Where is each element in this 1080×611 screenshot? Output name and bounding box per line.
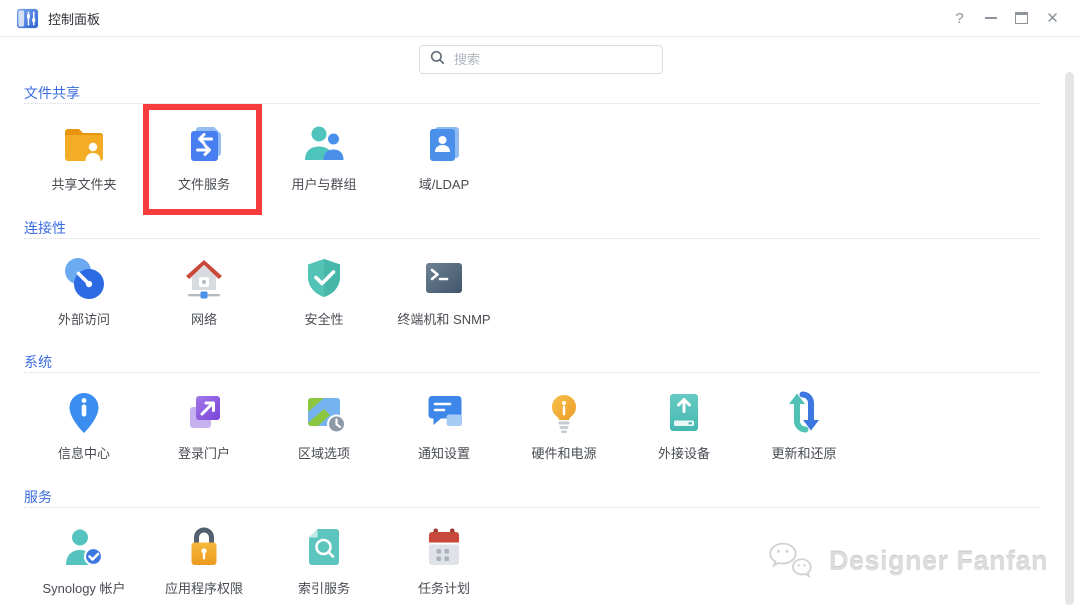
app-privileges-icon (180, 523, 228, 571)
task-scheduler-icon (420, 523, 468, 571)
item-terminal-snmp[interactable]: 终端机和 SNMP (384, 254, 504, 328)
help-button[interactable]: ? (944, 0, 975, 36)
section-items-row: 外部访问 网络 安全性 终端机和 SNMP (24, 254, 1040, 328)
window-controls: ?✕ (944, 0, 1080, 36)
section-items-row: 信息中心 登录门户 区域选项 通知设置 硬件和电源 外接设备 更新和还原 (24, 388, 1040, 462)
item-shared-folder[interactable]: 共享文件夹 (24, 119, 144, 193)
item-notification-settings[interactable]: 通知设置 (384, 388, 504, 462)
item-label: 更新和还原 (771, 443, 836, 462)
item-domain-ldap[interactable]: 域/LDAP (384, 119, 504, 193)
section-title-file-sharing: 文件共享 (24, 84, 1040, 102)
external-access-icon (60, 254, 108, 302)
maximize-icon (1015, 12, 1028, 24)
shared-folder-icon (60, 119, 108, 167)
item-synology-account[interactable]: Synology 帐户 (24, 523, 144, 597)
indexing-service-icon (300, 523, 348, 571)
maximize-button[interactable] (1006, 0, 1037, 36)
synology-account-icon (60, 523, 108, 571)
item-label: 终端机和 SNMP (397, 309, 490, 328)
login-portal-icon (180, 388, 228, 436)
info-center-icon (60, 388, 108, 436)
minimize-button[interactable] (975, 0, 1006, 36)
notification-settings-icon (420, 388, 468, 436)
item-users-groups[interactable]: 用户与群组 (264, 119, 384, 193)
item-file-services[interactable]: 文件服务 (144, 119, 264, 193)
item-label: 外部访问 (58, 309, 110, 328)
item-label: 域/LDAP (419, 174, 470, 193)
hardware-power-icon (540, 388, 588, 436)
item-network[interactable]: 网络 (144, 254, 264, 328)
watermark-text: Designer Fanfan (829, 546, 1048, 577)
section-title-services: 服务 (24, 488, 1040, 506)
terminal-snmp-icon (420, 254, 468, 302)
section-title-connectivity: 连接性 (24, 219, 1040, 237)
item-app-privileges[interactable]: 应用程序权限 (144, 523, 264, 597)
file-services-icon (180, 119, 228, 167)
minimize-icon (985, 17, 997, 19)
item-login-portal[interactable]: 登录门户 (144, 388, 264, 462)
users-groups-icon (300, 119, 348, 167)
item-hardware-power[interactable]: 硬件和电源 (504, 388, 624, 462)
close-button[interactable]: ✕ (1037, 0, 1068, 36)
item-label: 任务计划 (418, 578, 470, 597)
item-label: 索引服务 (298, 578, 350, 597)
watermark: Designer Fanfan (763, 537, 1048, 586)
item-label: 区域选项 (298, 443, 350, 462)
domain-ldap-icon (420, 119, 468, 167)
section-title-system: 系统 (24, 353, 1040, 371)
item-label: 登录门户 (178, 443, 230, 462)
item-label: 文件服务 (178, 174, 230, 193)
item-external-devices[interactable]: 外接设备 (624, 388, 744, 462)
update-restore-icon (780, 388, 828, 436)
item-task-scheduler[interactable]: 任务计划 (384, 523, 504, 597)
item-label: 信息中心 (58, 443, 110, 462)
item-label: Synology 帐户 (42, 578, 125, 597)
section-separator (24, 103, 1040, 104)
section-connectivity: 连接性外部访问 网络 安全性 终端机和 SNMP (24, 219, 1040, 328)
item-label: 用户与群组 (291, 174, 356, 193)
section-separator (24, 372, 1040, 373)
item-label: 通知设置 (418, 443, 470, 462)
window-title: 控制面板 (48, 9, 100, 28)
item-security[interactable]: 安全性 (264, 254, 384, 328)
titlebar-left: 控制面板 (0, 7, 100, 30)
item-regional-options[interactable]: 区域选项 (264, 388, 384, 462)
regional-options-icon (300, 388, 348, 436)
scrollbar-thumb[interactable] (1065, 72, 1074, 605)
section-system: 系统信息中心 登录门户 区域选项 通知设置 硬件和电源 外接设备 更新和还原 (24, 353, 1040, 462)
control-panel-app-icon (16, 7, 39, 30)
item-label: 共享文件夹 (51, 174, 116, 193)
item-label: 应用程序权限 (165, 578, 243, 597)
sections: 文件共享共享文件夹 文件服务 用户与群组 域/LDAP 连接性外部访问 网络 安全性 终端机和… (0, 0, 1080, 611)
item-label: 硬件和电源 (531, 443, 596, 462)
item-label: 安全性 (304, 309, 343, 328)
external-devices-icon (660, 388, 708, 436)
security-icon (300, 254, 348, 302)
item-label: 外接设备 (658, 443, 710, 462)
section-separator (24, 238, 1040, 239)
item-info-center[interactable]: 信息中心 (24, 388, 144, 462)
item-indexing-service[interactable]: 索引服务 (264, 523, 384, 597)
network-icon (180, 254, 228, 302)
item-label: 网络 (191, 309, 217, 328)
section-items-row: 共享文件夹 文件服务 用户与群组 域/LDAP (24, 119, 1040, 193)
item-update-restore[interactable]: 更新和还原 (744, 388, 864, 462)
section-file-sharing: 文件共享共享文件夹 文件服务 用户与群组 域/LDAP (24, 84, 1040, 193)
section-separator (24, 507, 1040, 508)
item-external-access[interactable]: 外部访问 (24, 254, 144, 328)
titlebar: 控制面板 ?✕ (0, 0, 1080, 37)
wechat-icon (763, 537, 821, 586)
